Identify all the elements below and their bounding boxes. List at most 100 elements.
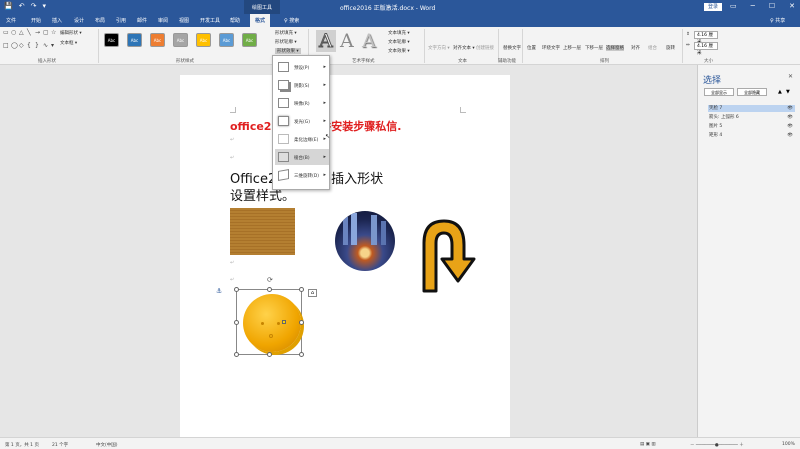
more-shapes-icon[interactable]: ▾ (51, 42, 58, 54)
bring-forward-icon[interactable]: ▲ (778, 89, 782, 95)
smiley-face-shape[interactable] (243, 294, 301, 352)
style-swatch-4[interactable]: Abc (173, 33, 188, 47)
rotate-button[interactable]: 旋转 (666, 45, 675, 51)
word-count[interactable]: 21 个字 (52, 442, 68, 448)
resize-handle[interactable] (267, 352, 272, 357)
tab-references[interactable]: 引用 (116, 17, 126, 24)
curved-arrow-shape[interactable] (412, 215, 482, 295)
pane-item-smiley[interactable]: 笑脸 7 👁 (708, 105, 795, 112)
send-backward-button[interactable]: 下移一层 (585, 45, 603, 51)
alt-text-button[interactable]: 替换文字 (503, 45, 521, 51)
shape-outline-button[interactable]: 形状轮廓 ▾ (275, 39, 297, 45)
pane-item-rectangle[interactable]: 矩形 4 👁 (708, 132, 795, 139)
visibility-icon[interactable]: 👁 (787, 105, 793, 112)
view-buttons[interactable]: ▤ ▣ ▥ (640, 442, 656, 447)
resize-handle[interactable] (299, 352, 304, 357)
diamond-shape-icon[interactable]: ◇ (19, 42, 26, 54)
style-swatch-5[interactable]: Abc (196, 33, 211, 47)
wordart-style-1[interactable]: A (316, 30, 336, 53)
text-effects-button[interactable]: 文本效果 ▾ (388, 48, 410, 54)
style-swatch-3[interactable]: Abc (150, 33, 165, 47)
tab-layout[interactable]: 布局 (95, 17, 105, 24)
zoom-slider[interactable]: － ───────●─────── ＋ (690, 442, 744, 448)
tab-view[interactable]: 视图 (179, 17, 189, 24)
close-icon[interactable]: ✕ (789, 2, 795, 10)
minimize-icon[interactable]: ─ (751, 2, 755, 10)
send-backward-icon[interactable]: ▼ (786, 89, 790, 95)
tab-mailings[interactable]: 邮件 (137, 17, 147, 24)
style-swatch-2[interactable]: Abc (127, 33, 142, 47)
bring-forward-button[interactable]: 上移一层 (563, 45, 581, 51)
shape-effects-button[interactable]: 形状效果 ▾ (275, 48, 301, 54)
share-button[interactable]: ♀ 共享 (770, 17, 785, 24)
tab-help[interactable]: 帮助 (230, 17, 240, 24)
close-icon[interactable]: ✕ (788, 73, 793, 80)
adjust-handle[interactable] (282, 320, 286, 324)
ribbon-display-icon[interactable]: ▭ (730, 2, 737, 10)
maximize-icon[interactable]: ☐ (769, 2, 775, 10)
edit-shape-button[interactable]: 编辑形状 ▾ (60, 30, 82, 36)
document-page[interactable]: office2016 下载并安装步骤私信. ↵ ↵ Office2016 文档插… (180, 75, 510, 447)
arrow-shape-icon[interactable]: → (35, 29, 42, 41)
text-direction-button[interactable]: 文字方向 ▾ (428, 45, 450, 51)
style-swatch-7[interactable]: Abc (242, 33, 257, 47)
resize-handle[interactable] (234, 287, 239, 292)
texture-rectangle[interactable] (230, 208, 295, 255)
style-swatch-6[interactable]: Abc (219, 33, 234, 47)
tell-me-search[interactable]: ♀ 搜索 (284, 17, 299, 24)
tab-developer[interactable]: 开发工具 (200, 17, 220, 24)
resize-handle[interactable] (234, 320, 239, 325)
align-button[interactable]: 对齐 (631, 45, 640, 51)
page-count[interactable]: 第 1 页，共 1 页 (5, 442, 39, 448)
create-link-button[interactable]: 创建链接 (476, 45, 494, 51)
menu-item-soft-edges[interactable]: 柔化边缘(E) ▸ (275, 131, 329, 147)
menu-item-reflection[interactable]: 映像(R) ▸ (275, 95, 329, 111)
line-shape-icon[interactable]: ╲ (27, 29, 34, 41)
resize-handle[interactable] (299, 320, 304, 325)
pane-item-arrow[interactable]: 箭头: 上弧形 6 👁 (708, 114, 795, 121)
text-outline-button[interactable]: 文本轮廓 ▾ (388, 39, 410, 45)
circle-shape-icon[interactable]: ◯ (11, 42, 18, 54)
curve-shape-icon[interactable]: ∿ (43, 42, 50, 54)
menu-item-bevel[interactable]: 棱台(B) ▸ (275, 149, 329, 165)
language-indicator[interactable]: 中文(中国) (96, 442, 118, 448)
smiley-selection-frame[interactable]: ⟳ (234, 276, 304, 357)
visibility-icon[interactable]: 👁 (787, 132, 793, 139)
tab-review[interactable]: 审阅 (158, 17, 168, 24)
width-input[interactable]: 4.16 厘米 (694, 42, 718, 56)
rectangle-shape-icon[interactable]: ▭ (3, 29, 10, 41)
tab-insert[interactable]: 插入 (52, 17, 62, 24)
hide-all-button[interactable]: 全部隐藏 (737, 88, 767, 96)
save-icon[interactable]: 💾 (4, 2, 13, 10)
triangle-shape-icon[interactable]: △ (19, 29, 26, 41)
star-shape-icon[interactable]: ☆ (51, 29, 58, 41)
undo-icon[interactable]: ↶ (19, 2, 25, 10)
height-input[interactable]: 4.16 厘米 (694, 31, 718, 45)
menu-item-shadow[interactable]: 阴影(S) ▸ (275, 77, 329, 93)
tab-format[interactable]: 格式 (250, 14, 271, 27)
brace-shape-icon[interactable]: { (27, 42, 34, 54)
shape-fill-button[interactable]: 形状填充 ▾ (275, 30, 297, 36)
menu-item-glow[interactable]: 发光(G) ▸ (275, 113, 329, 129)
menu-item-preset[interactable]: 预设(P) ▸ (275, 59, 329, 75)
rounded-rect-shape-icon[interactable]: ▢ (43, 29, 50, 41)
customize-icon[interactable]: ▾ (42, 2, 46, 10)
rotate-handle-icon[interactable]: ⟳ (267, 276, 273, 284)
bracket-shape-icon[interactable]: } (35, 42, 42, 54)
text-box-button[interactable]: 文本框 ▾ (60, 40, 77, 46)
wordart-style-3[interactable]: A (362, 30, 376, 52)
text-fill-button[interactable]: 文本填充 ▾ (388, 30, 410, 36)
style-swatch-1[interactable]: Abc (104, 33, 119, 47)
city-picture[interactable] (335, 211, 395, 271)
resize-handle[interactable] (234, 352, 239, 357)
zoom-level[interactable]: 100% (782, 442, 795, 447)
resize-handle[interactable] (267, 287, 272, 292)
redo-icon[interactable]: ↷ (31, 2, 37, 10)
visibility-icon[interactable]: 👁 (787, 123, 793, 130)
document-area[interactable]: office2016 下载并安装步骤私信. ↵ ↵ Office2016 文档插… (0, 65, 697, 447)
tab-home[interactable]: 开始 (31, 17, 41, 24)
wrap-text-button[interactable]: 环绕文字 (542, 45, 560, 51)
show-all-button[interactable]: 全部显示 (704, 88, 734, 96)
pane-item-picture[interactable]: 图片 5 👁 (708, 123, 795, 130)
resize-handle[interactable] (299, 287, 304, 292)
